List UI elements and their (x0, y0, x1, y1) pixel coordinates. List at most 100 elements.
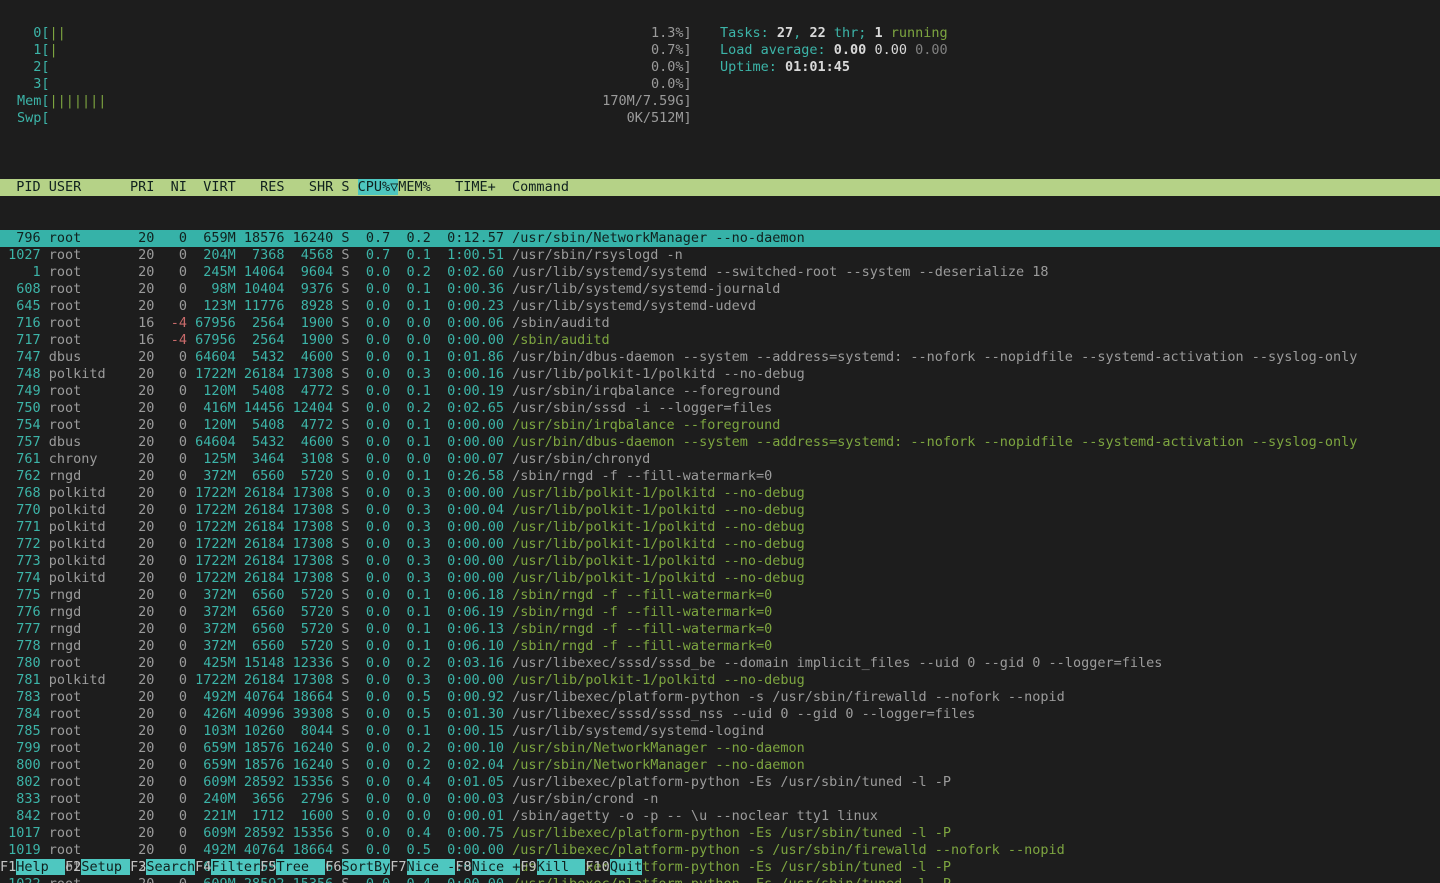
cell-res: 7368 (236, 247, 285, 263)
cell-shr: 15356 (285, 825, 334, 841)
fn-f4-button[interactable]: F4Filter (195, 859, 260, 875)
process-row-716[interactable]: 716 root 16 -4 67956 2564 1900 S 0.0 0.0… (0, 315, 1440, 332)
process-row-784[interactable]: 784 root 20 0 426M 40996 39308 S 0.0 0.5… (0, 706, 1440, 723)
cell-user: dbus (41, 349, 122, 365)
meter-label: 0[ (17, 25, 50, 41)
process-row-772[interactable]: 772 polkitd 20 0 1722M 26184 17308 S 0.0… (0, 536, 1440, 553)
cell-pid: 1017 (0, 825, 41, 841)
process-row-796[interactable]: 796 root 20 0 659M 18576 16240 S 0.7 0.2… (0, 230, 1440, 247)
cell-pid: 1022 (0, 876, 41, 883)
process-row-762[interactable]: 762 rngd 20 0 372M 6560 5720 S 0.0 0.1 0… (0, 468, 1440, 485)
fn-f3-button[interactable]: F3Search (130, 859, 195, 875)
cell-mem: 0.1 (390, 417, 431, 433)
fn-label: Tree (276, 859, 325, 875)
cell-res: 40996 (236, 706, 285, 722)
fn-f5-button[interactable]: F5Tree (260, 859, 325, 875)
cell-shr: 9376 (285, 281, 334, 297)
cell-cmd: /usr/lib/polkit-1/polkitd --no-debug (504, 485, 805, 501)
process-row-1027[interactable]: 1027 root 20 0 204M 7368 4568 S 0.7 0.1 … (0, 247, 1440, 264)
cell-s: S (333, 366, 349, 382)
cell-cmd: /usr/lib/polkit-1/polkitd --no-debug (504, 519, 805, 535)
process-row-776[interactable]: 776 rngd 20 0 372M 6560 5720 S 0.0 0.1 0… (0, 604, 1440, 621)
cell-s: S (333, 570, 349, 586)
cell-cmd: /usr/lib/polkit-1/polkitd --no-debug (504, 570, 805, 586)
process-row-749[interactable]: 749 root 20 0 120M 5408 4772 S 0.0 0.1 0… (0, 383, 1440, 400)
process-row-833[interactable]: 833 root 20 0 240M 3656 2796 S 0.0 0.0 0… (0, 791, 1440, 808)
process-row-800[interactable]: 800 root 20 0 659M 18576 16240 S 0.0 0.2… (0, 757, 1440, 774)
process-row-757[interactable]: 757 dbus 20 0 64604 5432 4600 S 0.0 0.1 … (0, 434, 1440, 451)
cell-user: polkitd (41, 570, 122, 586)
process-row-781[interactable]: 781 polkitd 20 0 1722M 26184 17308 S 0.0… (0, 672, 1440, 689)
cell-s: S (333, 383, 349, 399)
cell-time: 0:00.00 (431, 570, 504, 586)
process-row-780[interactable]: 780 root 20 0 425M 15148 12336 S 0.0 0.2… (0, 655, 1440, 672)
fn-f7-button[interactable]: F7Nice - (390, 859, 455, 875)
process-row-768[interactable]: 768 polkitd 20 0 1722M 26184 17308 S 0.0… (0, 485, 1440, 502)
fn-f9-button[interactable]: F9Kill (520, 859, 585, 875)
cell-cpu: 0.0 (350, 502, 391, 518)
sort-column-cpu[interactable]: CPU%▽ (358, 179, 399, 195)
process-row-773[interactable]: 773 polkitd 20 0 1722M 26184 17308 S 0.0… (0, 553, 1440, 570)
cell-user: rngd (41, 621, 122, 637)
cell-s: S (333, 468, 349, 484)
process-row-747[interactable]: 747 dbus 20 0 64604 5432 4600 S 0.0 0.1 … (0, 349, 1440, 366)
cell-ni: 0 (154, 638, 187, 654)
cell-cmd: /usr/bin/dbus-daemon --system --address=… (504, 434, 1357, 450)
process-row-1017[interactable]: 1017 root 20 0 609M 28592 15356 S 0.0 0.… (0, 825, 1440, 842)
cell-shr: 17308 (285, 553, 334, 569)
cell-cmd: /usr/sbin/NetworkManager --no-daemon (504, 757, 805, 773)
process-row-1[interactable]: 1 root 20 0 245M 14064 9604 S 0.0 0.2 0:… (0, 264, 1440, 281)
cell-user: root (41, 655, 122, 671)
fn-f8-button[interactable]: F8Nice + (455, 859, 520, 875)
cell-mem: 0.3 (390, 536, 431, 552)
process-row-748[interactable]: 748 polkitd 20 0 1722M 26184 17308 S 0.0… (0, 366, 1440, 383)
fn-f6-button[interactable]: F6SortBy (325, 859, 390, 875)
cell-s: S (333, 825, 349, 841)
process-row-761[interactable]: 761 chrony 20 0 125M 3464 3108 S 0.0 0.0… (0, 451, 1440, 468)
fn-f2-button[interactable]: F2Setup (65, 859, 130, 875)
cell-res: 10260 (236, 723, 285, 739)
process-row-785[interactable]: 785 root 20 0 103M 10260 8044 S 0.0 0.1 … (0, 723, 1440, 740)
fn-f1-button[interactable]: F1Help (0, 859, 65, 875)
process-row-842[interactable]: 842 root 20 0 221M 1712 1600 S 0.0 0.0 0… (0, 808, 1440, 825)
cpu-memory-meters: 0[|| 1.3%] 1[| 0.7%] 2[ (17, 25, 692, 127)
process-row-750[interactable]: 750 root 20 0 416M 14456 12404 S 0.0 0.2… (0, 400, 1440, 417)
cell-time: 0:00.00 (431, 553, 504, 569)
cell-ni: 0 (154, 587, 187, 603)
process-row-608[interactable]: 608 root 20 0 98M 10404 9376 S 0.0 0.1 0… (0, 281, 1440, 298)
cell-pid: 762 (0, 468, 41, 484)
cell-user: rngd (41, 587, 122, 603)
process-row-774[interactable]: 774 polkitd 20 0 1722M 26184 17308 S 0.0… (0, 570, 1440, 587)
cell-pid: 761 (0, 451, 41, 467)
cell-res: 26184 (236, 553, 285, 569)
process-table: PID USER PRI NI VIRT RES SHR S CPU%▽MEM%… (0, 145, 1440, 883)
process-row-770[interactable]: 770 polkitd 20 0 1722M 26184 17308 S 0.0… (0, 502, 1440, 519)
cell-cmd: /usr/sbin/crond -n (504, 791, 658, 807)
process-row-1022[interactable]: 1022 root 20 0 609M 28592 15356 S 0.0 0.… (0, 876, 1440, 883)
process-row-1019[interactable]: 1019 root 20 0 492M 40764 18664 S 0.0 0.… (0, 842, 1440, 859)
process-row-783[interactable]: 783 root 20 0 492M 40764 18664 S 0.0 0.5… (0, 689, 1440, 706)
process-row-771[interactable]: 771 polkitd 20 0 1722M 26184 17308 S 0.0… (0, 519, 1440, 536)
process-row-778[interactable]: 778 rngd 20 0 372M 6560 5720 S 0.0 0.1 0… (0, 638, 1440, 655)
process-row-717[interactable]: 717 root 16 -4 67956 2564 1900 S 0.0 0.0… (0, 332, 1440, 349)
process-row-802[interactable]: 802 root 20 0 609M 28592 15356 S 0.0 0.4… (0, 774, 1440, 791)
process-row-777[interactable]: 777 rngd 20 0 372M 6560 5720 S 0.0 0.1 0… (0, 621, 1440, 638)
cell-mem: 0.1 (390, 638, 431, 654)
cell-s: S (333, 842, 349, 858)
cell-pid: 783 (0, 689, 41, 705)
cell-cmd: /sbin/rngd -f --fill-watermark=0 (504, 638, 772, 654)
process-row-799[interactable]: 799 root 20 0 659M 18576 16240 S 0.0 0.2… (0, 740, 1440, 757)
cell-pri: 20 (122, 587, 155, 603)
process-row-775[interactable]: 775 rngd 20 0 372M 6560 5720 S 0.0 0.1 0… (0, 587, 1440, 604)
cell-user: root (41, 723, 122, 739)
process-row-754[interactable]: 754 root 20 0 120M 5408 4772 S 0.0 0.1 0… (0, 417, 1440, 434)
cell-cpu: 0.0 (350, 604, 391, 620)
cell-mem: 0.1 (390, 349, 431, 365)
cell-mem: 0.1 (390, 281, 431, 297)
fn-f10-button[interactable]: F10Quit (585, 859, 642, 875)
cell-virt: 245M (187, 264, 236, 280)
cell-pri: 20 (122, 417, 155, 433)
process-row-645[interactable]: 645 root 20 0 123M 11776 8928 S 0.0 0.1 … (0, 298, 1440, 315)
process-table-header[interactable]: PID USER PRI NI VIRT RES SHR S CPU%▽MEM%… (0, 179, 1440, 196)
cell-user: root (41, 876, 122, 883)
